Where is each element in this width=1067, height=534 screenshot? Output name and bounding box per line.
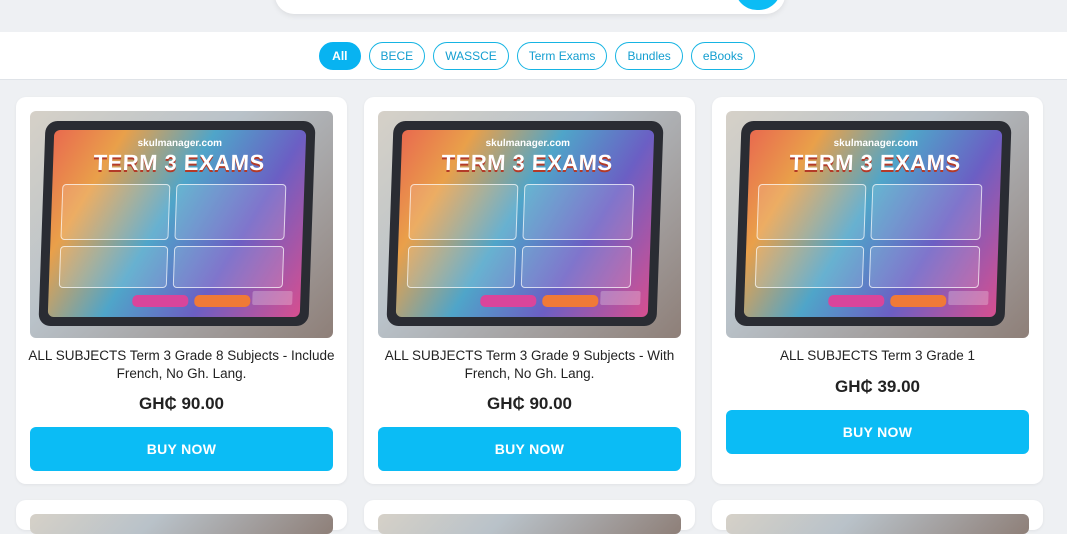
product-thumbnail[interactable]: skulmanager.com TERM 3 EXAMS (30, 111, 333, 338)
product-card (16, 500, 347, 534)
product-price: GH₵ 90.00 (138, 394, 225, 413)
buy-now-button[interactable]: BUY NOW (726, 410, 1029, 454)
product-grid: skulmanager.com TERM 3 EXAMS ALL SUBJECT… (0, 80, 1067, 534)
product-title[interactable]: ALL SUBJECTS Term 3 Grade 1 (724, 347, 1031, 365)
search-input[interactable] (275, 0, 785, 14)
product-thumbnail[interactable] (30, 514, 333, 534)
product-price: GH₵ 90.00 (486, 394, 573, 413)
thumb-site-text: skulmanager.com (137, 138, 223, 149)
tablet-image: skulmanager.com TERM 3 EXAMS (386, 121, 664, 326)
tablet-image: skulmanager.com TERM 3 EXAMS (38, 121, 316, 326)
product-title[interactable]: ALL SUBJECTS Term 3 Grade 8 Subjects - I… (28, 347, 335, 383)
filter-bece[interactable]: BECE (368, 41, 426, 70)
product-thumbnail[interactable] (378, 514, 681, 534)
filter-bundles[interactable]: Bundles (615, 41, 683, 70)
filter-all[interactable]: All (319, 41, 361, 70)
filter-ebooks[interactable]: eBooks (690, 41, 755, 70)
product-price: GH₵ 39.00 (834, 377, 921, 396)
product-thumbnail[interactable] (726, 514, 1029, 534)
product-title[interactable]: ALL SUBJECTS Term 3 Grade 9 Subjects - W… (376, 347, 683, 383)
product-thumbnail[interactable]: skulmanager.com TERM 3 EXAMS (378, 111, 681, 338)
filter-term-exams[interactable]: Term Exams (516, 41, 608, 70)
product-card: skulmanager.com TERM 3 EXAMS ALL SUBJECT… (364, 97, 695, 484)
category-filter-bar: All BECE WASSCE Term Exams Bundles eBook… (0, 32, 1067, 80)
tablet-image: skulmanager.com TERM 3 EXAMS (734, 121, 1012, 326)
filter-wassce[interactable]: WASSCE (433, 41, 509, 70)
thumb-headline: TERM 3 EXAMS (789, 150, 962, 175)
search-button[interactable] (735, 0, 781, 10)
product-card: skulmanager.com TERM 3 EXAMS ALL SUBJECT… (712, 97, 1043, 484)
product-card: skulmanager.com TERM 3 EXAMS ALL SUBJECT… (16, 97, 347, 484)
search-strip (0, 0, 1067, 32)
thumb-headline: TERM 3 EXAMS (441, 150, 614, 175)
product-card (712, 500, 1043, 534)
product-card (364, 500, 695, 534)
buy-now-button[interactable]: BUY NOW (30, 427, 333, 471)
thumb-site-text: skulmanager.com (833, 138, 919, 149)
thumb-site-text: skulmanager.com (485, 138, 571, 149)
buy-now-button[interactable]: BUY NOW (378, 427, 681, 471)
product-thumbnail[interactable]: skulmanager.com TERM 3 EXAMS (726, 111, 1029, 338)
thumb-headline: TERM 3 EXAMS (93, 150, 266, 175)
